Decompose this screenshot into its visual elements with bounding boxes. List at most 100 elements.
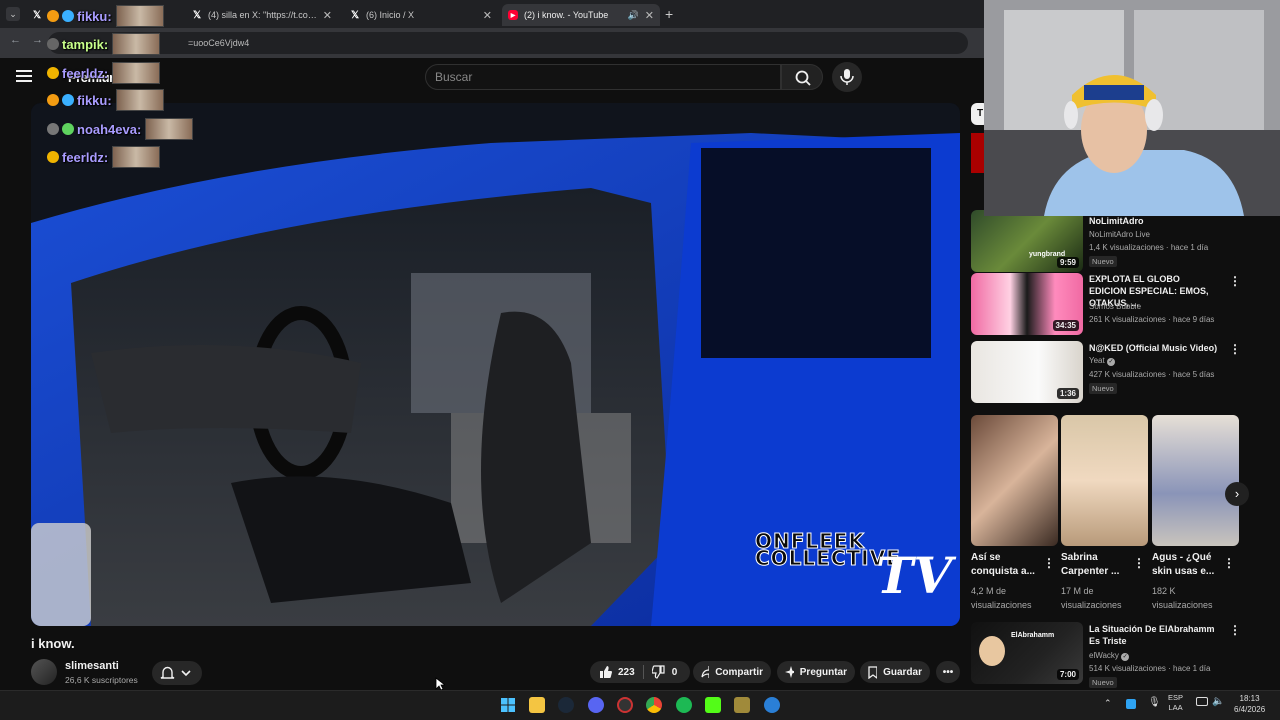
- kick-icon[interactable]: [705, 697, 721, 713]
- notification-bell-button[interactable]: [152, 661, 202, 685]
- more-vertical-icon[interactable]: ⋮: [1223, 556, 1235, 570]
- back-arrow-icon[interactable]: ←: [10, 34, 21, 46]
- new-badge: Nuevo: [1089, 256, 1117, 267]
- short-views-3: 182 K visualizaciones: [1152, 586, 1213, 610]
- hamburger-menu-icon[interactable]: [16, 70, 32, 82]
- video-title: i know.: [31, 636, 75, 651]
- ask-button[interactable]: Preguntar: [777, 661, 855, 683]
- windows-logo: [501, 698, 515, 712]
- file-explorer-icon[interactable]: [529, 697, 545, 713]
- short-thumbnail-2[interactable]: [1061, 415, 1148, 546]
- discord-icon[interactable]: [588, 697, 604, 713]
- language-indicator[interactable]: ESP LAA: [1168, 693, 1183, 713]
- ask-label: Preguntar: [799, 666, 847, 678]
- new-tab-button[interactable]: +: [665, 6, 673, 22]
- taskbar-clock[interactable]: 18:13 6/4/2026: [1234, 693, 1265, 715]
- video-channel-1[interactable]: NoLimitAdro Live: [1089, 230, 1150, 239]
- share-button[interactable]: Compartir: [693, 661, 771, 683]
- chat-emote: [115, 5, 164, 27]
- partial-thumbnail[interactable]: [971, 133, 985, 173]
- close-tab-icon[interactable]: ✕: [483, 9, 492, 22]
- search-button[interactable]: [781, 64, 823, 90]
- chat-badge-icon: [47, 67, 59, 79]
- bookmark-icon: [868, 665, 878, 679]
- video-thumbnail-1[interactable]: yungbrand 9:59: [971, 210, 1083, 272]
- more-vertical-icon[interactable]: ⋮: [1229, 623, 1241, 637]
- new-badge: Nuevo: [1089, 677, 1117, 688]
- close-tab-icon[interactable]: ✕: [323, 9, 332, 22]
- thumbs-down-icon[interactable]: [651, 665, 666, 679]
- more-vertical-icon[interactable]: ⋮: [1229, 342, 1241, 356]
- tab-youtube-active[interactable]: ▶ (2) i know. - YouTube 🔊 ✕: [502, 4, 660, 26]
- video-channel-4[interactable]: elWacky ✓: [1089, 651, 1130, 661]
- video-thumbnail-3[interactable]: 1:36: [971, 341, 1083, 403]
- mouse-cursor-icon: [435, 677, 445, 691]
- steam-icon[interactable]: [558, 697, 574, 713]
- app-c-icon[interactable]: [764, 697, 780, 713]
- forward-arrow-icon[interactable]: →: [32, 34, 43, 46]
- more-vertical-icon[interactable]: ⋮: [1043, 556, 1055, 570]
- youtube-logo-icon: ▶: [508, 10, 518, 20]
- short-thumbnail-3[interactable]: [1152, 415, 1239, 546]
- url-input[interactable]: =uooCe6Vjdw4: [48, 32, 968, 54]
- video-channel-3[interactable]: Yeat ✓: [1089, 356, 1115, 366]
- chat-badge-icon: [47, 38, 59, 50]
- chrome-icon[interactable]: [646, 697, 662, 713]
- game-icon[interactable]: [734, 697, 750, 713]
- video-thumbnail-4[interactable]: ElAbrahamm 7:00: [971, 622, 1083, 684]
- save-label: Guardar: [883, 666, 922, 678]
- clock-time: 18:13: [1239, 694, 1260, 703]
- chat-emote: [112, 146, 161, 168]
- tab-list-chevron-icon[interactable]: ⌄: [6, 7, 20, 21]
- video-title-4[interactable]: La Situación De ElAbrahamm Es Triste: [1089, 623, 1219, 647]
- tab-x-silla[interactable]: 𝕏 (4) silla en X: "https://t.co/7Mpl ✕: [186, 4, 338, 26]
- video-player[interactable]: ONFLEEK COLLECTIVE TV: [31, 103, 960, 626]
- video-thumbnail-2[interactable]: 34:35: [971, 273, 1083, 335]
- speaker-icon[interactable]: 🔊: [628, 10, 639, 21]
- tray-app-icon[interactable]: [1126, 699, 1136, 709]
- shorts-next-arrow-icon[interactable]: ›: [1225, 482, 1249, 506]
- app-icon[interactable]: [617, 697, 633, 713]
- volume-icon[interactable]: 🔈: [1212, 696, 1224, 707]
- chat-emote: [145, 118, 194, 140]
- chat-badge-icon: [47, 151, 59, 163]
- more-vertical-icon[interactable]: ⋮: [1229, 274, 1241, 288]
- display-icon[interactable]: [1196, 697, 1208, 706]
- short-thumbnail-1[interactable]: [971, 415, 1058, 546]
- chat-message-4: fikku:: [47, 89, 164, 111]
- microphone-button[interactable]: [832, 62, 862, 92]
- chat-message-3: feerldz:: [47, 62, 161, 84]
- video-channel-2[interactable]: Somos Bubble: [1089, 302, 1141, 311]
- short-title-2[interactable]: Sabrina Carpenter ...: [1061, 551, 1136, 579]
- chat-emote: [112, 62, 161, 84]
- thumbnail-caption: ElAbrahamm: [1011, 632, 1055, 639]
- windows-start-icon[interactable]: [500, 697, 516, 713]
- video-meta-2: 261 K visualizaciones · hace 9 días: [1089, 315, 1215, 324]
- video-title-1[interactable]: NoLimitAdro: [1089, 215, 1219, 227]
- dislike-count: 0: [671, 666, 678, 678]
- tray-mic-icon[interactable]: 🎙: [1148, 697, 1161, 708]
- short-title-3[interactable]: Agus - ¿Qué skin usas e...: [1152, 551, 1227, 579]
- microphone-icon: [840, 69, 854, 85]
- save-button[interactable]: Guardar: [860, 661, 930, 683]
- like-count[interactable]: 223: [618, 667, 635, 678]
- channel-avatar[interactable]: [31, 659, 57, 685]
- verified-check-icon: ✓: [1106, 358, 1115, 366]
- new-badge: Nuevo: [1089, 383, 1117, 394]
- verified-check-icon: ✓: [1121, 653, 1130, 661]
- channel-name[interactable]: slimesanti: [65, 660, 119, 672]
- search-input[interactable]: Buscar: [425, 64, 781, 90]
- close-tab-icon[interactable]: ✕: [645, 9, 654, 22]
- duration-badge: 1:36: [1056, 388, 1079, 399]
- more-actions-button[interactable]: •••: [936, 661, 960, 683]
- short-views-1: 4,2 M de visualizaciones: [971, 586, 1032, 610]
- spotify-icon[interactable]: [676, 697, 692, 713]
- short-title-1[interactable]: Así se conquista a...: [971, 551, 1046, 579]
- thumbs-up-icon[interactable]: [598, 665, 612, 679]
- x-logo-icon: 𝕏: [192, 9, 202, 21]
- tab-x-inicio[interactable]: 𝕏 (6) Inicio / X ✕: [344, 4, 498, 26]
- tray-chevron-icon[interactable]: ⌃: [1104, 698, 1112, 709]
- video-title-3[interactable]: N@KED (Official Music Video): [1089, 342, 1219, 354]
- share-icon: [701, 666, 710, 678]
- more-vertical-icon[interactable]: ⋮: [1133, 556, 1145, 570]
